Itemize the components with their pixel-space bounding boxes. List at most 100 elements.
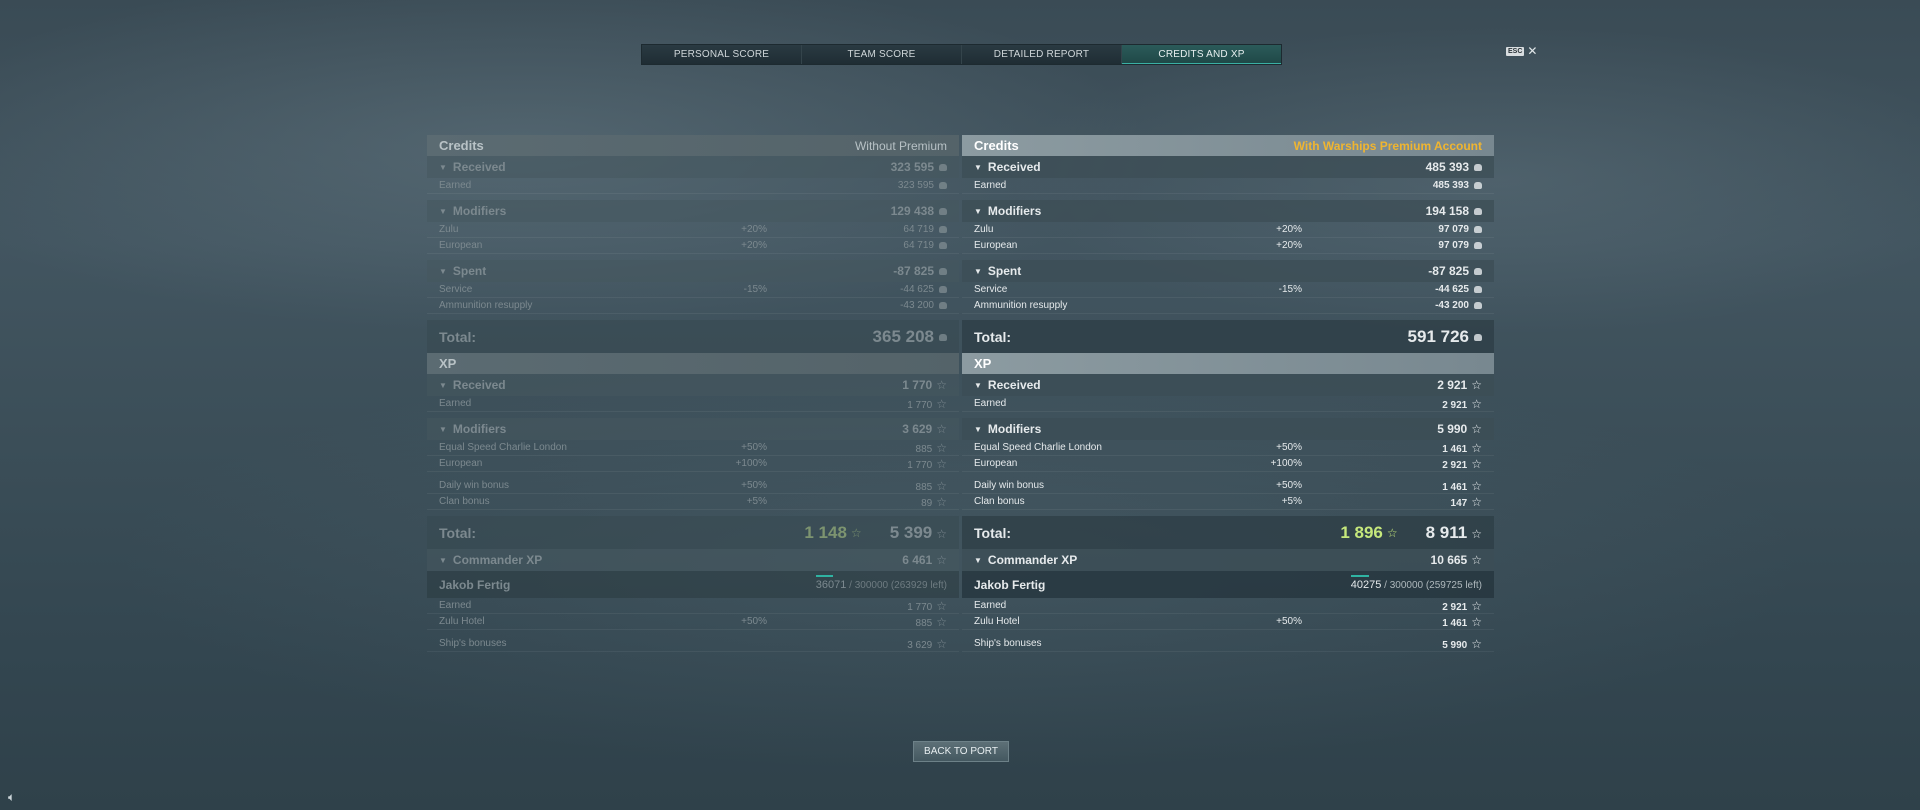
- row-value: 3 629: [907, 639, 933, 651]
- row-value: 1 461: [1442, 481, 1468, 493]
- row-value: 2 921: [1442, 399, 1468, 411]
- row-value: 2 921: [1442, 601, 1468, 613]
- row-percent: +50%: [1276, 616, 1302, 627]
- row-percent: +50%: [1276, 480, 1302, 491]
- commander-progress: 40275 / 300000 (259725 left): [1350, 574, 1482, 591]
- commander-xp-group[interactable]: ▼ Commander XP 10 665 ☆: [962, 549, 1494, 571]
- xp-header: XP: [427, 353, 959, 374]
- row-label: Ammunition resupply: [974, 300, 1068, 311]
- group-value: 10 665: [1430, 553, 1468, 567]
- row-percent: +100%: [735, 458, 767, 469]
- xp-star-icon: ☆: [1471, 378, 1482, 392]
- group-value: -87 825: [1428, 264, 1469, 278]
- group-label: Commander XP: [987, 553, 1078, 567]
- credits-modifiers-group[interactable]: ▼ Modifiers 194 158: [962, 200, 1494, 222]
- collapse-triangle-icon: ▼: [974, 266, 982, 276]
- xp-star-icon: ☆: [1471, 440, 1482, 455]
- xp-received-group[interactable]: ▼ Received 2 921 ☆: [962, 374, 1494, 396]
- credits-spent-group[interactable]: ▼ Spent -87 825: [427, 260, 959, 282]
- credits-icon: [1474, 241, 1482, 249]
- row-value: 1 461: [1442, 443, 1468, 455]
- row-value: 64 719: [903, 224, 934, 235]
- xp-star-icon: ☆: [936, 478, 947, 493]
- xp-star-icon: ☆: [936, 494, 947, 509]
- list-item: Clan bonus +5% 89 ☆: [427, 494, 959, 510]
- list-item: Ship's bonuses 3 629 ☆: [427, 636, 959, 652]
- back-to-port-button[interactable]: BACK TO PORT: [913, 741, 1009, 762]
- commander-xp-remaining: / 300000 (259725 left): [1384, 579, 1482, 591]
- list-item: European +100% 2 921 ☆: [962, 456, 1494, 472]
- row-label: Ammunition resupply: [439, 300, 533, 311]
- row-label: Earned: [439, 600, 472, 611]
- row-label: Daily win bonus: [974, 480, 1045, 491]
- credits-total: Total: 591 726: [962, 320, 1494, 353]
- account-mode-label: Without Premium: [854, 138, 947, 153]
- row-label: Equal Speed Charlie London: [974, 442, 1102, 453]
- row-value: 323 595: [897, 180, 934, 191]
- tab-credits-and-xp[interactable]: CREDITS AND XP: [1122, 45, 1281, 64]
- row-percent: +5%: [1281, 496, 1302, 507]
- group-label: Modifiers: [987, 204, 1042, 218]
- xp-star-icon: ☆: [936, 636, 947, 651]
- group-value: 485 393: [1425, 160, 1469, 174]
- total-value: 365 208: [872, 326, 934, 346]
- row-label: Earned: [974, 180, 1007, 191]
- credits-received-group[interactable]: ▼ Received 485 393: [962, 156, 1494, 178]
- xp-star-icon: ☆: [936, 378, 947, 392]
- row-percent: -15%: [743, 284, 767, 295]
- list-item: European +20% 97 079: [962, 238, 1494, 254]
- speaker-icon[interactable]: 🔈︎: [8, 790, 15, 805]
- collapse-triangle-icon: ▼: [439, 555, 447, 565]
- xp-total: Total: 1 896 ☆ 8 911 ☆: [962, 516, 1494, 549]
- credits-received-group[interactable]: ▼ Received 323 595: [427, 156, 959, 178]
- xp-modifiers-group[interactable]: ▼ Modifiers 5 990 ☆: [962, 418, 1494, 440]
- close-icon: ✕: [1527, 44, 1538, 58]
- list-item: Ship's bonuses 5 990 ☆: [962, 636, 1494, 652]
- list-item: Ammunition resupply -43 200: [962, 298, 1494, 314]
- row-value: 89: [921, 497, 933, 509]
- tab-team-score[interactable]: TEAM SCORE: [802, 45, 962, 64]
- row-percent: +20%: [1276, 240, 1302, 251]
- list-item: Ammunition resupply -43 200: [427, 298, 959, 314]
- total-value: 8 911: [1425, 522, 1468, 542]
- xp-star-icon: ☆: [1471, 598, 1482, 613]
- row-value: -44 625: [1435, 284, 1469, 295]
- row-label: European: [974, 458, 1018, 469]
- free-xp-total: 1 148 ☆: [804, 523, 861, 543]
- list-item: Zulu Hotel +50% 885 ☆: [427, 614, 959, 630]
- credits-icon: [1474, 301, 1482, 309]
- tab-detailed-report[interactable]: DETAILED REPORT: [962, 45, 1122, 64]
- row-value: 5 990: [1442, 639, 1468, 651]
- close-button[interactable]: ESC ✕: [1506, 44, 1538, 58]
- row-value: 64 719: [903, 240, 934, 251]
- list-item: Earned 1 770 ☆: [427, 598, 959, 614]
- group-value: 3 629: [902, 422, 933, 436]
- credits-spent-group[interactable]: ▼ Spent -87 825: [962, 260, 1494, 282]
- collapse-triangle-icon: ▼: [439, 162, 447, 172]
- credits-total: Total: 365 208: [427, 320, 959, 353]
- tab-personal-score[interactable]: PERSONAL SCORE: [642, 45, 802, 64]
- credits-icon: [939, 181, 947, 189]
- credits-title: Credits: [974, 138, 1019, 153]
- row-value: 97 079: [1438, 240, 1469, 251]
- esc-key-badge: ESC: [1506, 46, 1525, 56]
- xp-modifiers-group[interactable]: ▼ Modifiers 3 629 ☆: [427, 418, 959, 440]
- xp-received-group[interactable]: ▼ Received 1 770 ☆: [427, 374, 959, 396]
- commander-xp-group[interactable]: ▼ Commander XP 6 461 ☆: [427, 549, 959, 571]
- xp-star-icon: ☆: [936, 526, 947, 541]
- xp-header: XP: [962, 353, 1494, 374]
- row-label: European: [439, 240, 483, 251]
- row-label: Zulu: [974, 224, 994, 235]
- credits-modifiers-group[interactable]: ▼ Modifiers 129 438: [427, 200, 959, 222]
- row-value: 885: [915, 481, 933, 493]
- list-item: Service -15% -44 625: [962, 282, 1494, 298]
- row-value: 1 461: [1442, 617, 1468, 629]
- xp-star-icon: ☆: [1471, 526, 1482, 541]
- group-value: 1 770: [902, 378, 933, 392]
- tab-bar: PERSONAL SCORE TEAM SCORE DETAILED REPOR…: [641, 44, 1282, 65]
- row-percent: +5%: [746, 496, 767, 507]
- row-value: 2 921: [1442, 459, 1468, 471]
- group-value: 5 990: [1437, 422, 1468, 436]
- commander-progress-bar: [1350, 574, 1369, 577]
- commander-name: Jakob Fertig: [439, 577, 511, 592]
